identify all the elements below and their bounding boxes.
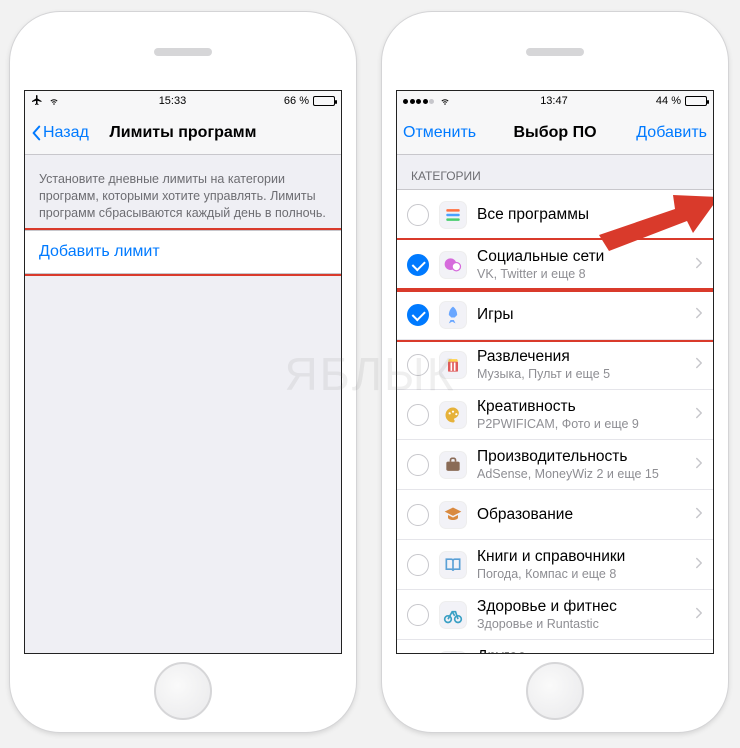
status-bar: 13:47 44 % [397,91,713,111]
bike-icon [439,601,467,629]
checkbox[interactable] [407,354,429,376]
checkbox[interactable] [407,504,429,526]
category-row[interactable]: КреативностьP2PWIFICAM, Фото и еще 9 [397,390,713,440]
checkbox[interactable] [407,304,429,326]
category-text: Все программы [477,206,685,224]
screen-left: 15:33 66 % Назад Лимиты программ Установ… [24,90,342,654]
cancel-label: Отменить [403,124,476,142]
category-row[interactable]: Все программы [397,190,713,240]
battery-text: 66 % [284,95,309,107]
battery-icon [685,96,707,106]
category-title: Социальные сети [477,248,685,266]
category-title: Все программы [477,206,685,224]
phone-right: 13:47 44 % Отменить Выбор ПО Добавить КА… [382,12,728,732]
palette-icon [439,401,467,429]
group-description: Установите дневные лимиты на категории п… [25,155,341,230]
category-title: Развлечения [477,348,685,366]
category-title: Производительность [477,448,685,466]
checkbox[interactable] [407,404,429,426]
category-subtitle: AdSense, MoneyWiz 2 и еще 15 [477,467,685,481]
dots-icon [439,651,467,654]
category-row[interactable]: Здоровье и фитнесЗдоровье и Runtastic [397,590,713,640]
category-row[interactable]: ПроизводительностьAdSense, MoneyWiz 2 и … [397,440,713,490]
category-text: Книги и справочникиПогода, Компас и еще … [477,548,685,581]
stack-icon [439,201,467,229]
screen-right: 13:47 44 % Отменить Выбор ПО Добавить КА… [396,90,714,654]
phone-left: 15:33 66 % Назад Лимиты программ Установ… [10,12,356,732]
category-subtitle: Погода, Компас и еще 8 [477,567,685,581]
status-time: 13:47 [540,95,568,107]
wifi-icon [438,94,452,109]
category-subtitle: P2PWIFICAM, Фото и еще 9 [477,417,685,431]
category-text: Образование [477,506,685,524]
battery-icon [313,96,335,106]
rocket-icon [439,301,467,329]
category-title: Креативность [477,398,685,416]
wifi-icon [47,94,61,109]
category-subtitle: VK, Twitter и еще 8 [477,267,685,281]
category-subtitle: Музыка, Пульт и еще 5 [477,367,685,381]
back-button[interactable]: Назад [31,124,103,142]
category-title: Другое [477,648,685,653]
section-header-categories: КАТЕГОРИИ [397,155,713,189]
back-label: Назад [43,124,89,142]
category-text: Игры [477,306,685,324]
popcorn-icon [439,351,467,379]
add-button[interactable]: Добавить [635,124,707,142]
category-row[interactable]: Образование [397,490,713,540]
grad-icon [439,501,467,529]
category-row[interactable]: РазвлеченияМузыка, Пульт и еще 5 [397,340,713,390]
category-text: Здоровье и фитнесЗдоровье и Runtastic [477,598,685,631]
cancel-button[interactable]: Отменить [403,124,476,142]
category-title: Здоровье и фитнес [477,598,685,616]
checkbox[interactable] [407,604,429,626]
chevron-right-icon [695,506,703,524]
category-title: Образование [477,506,685,524]
category-title: Книги и справочники [477,548,685,566]
category-row[interactable]: Социальные сетиVK, Twitter и еще 8 [397,240,713,290]
category-text: ДругоеBlaBlaCar, Видео и еще 10 [477,648,685,653]
chevron-right-icon [695,456,703,474]
category-text: КреативностьP2PWIFICAM, Фото и еще 9 [477,398,685,431]
checkbox[interactable] [407,454,429,476]
chevron-right-icon [695,306,703,324]
chevron-right-icon [695,606,703,624]
category-text: Социальные сетиVK, Twitter и еще 8 [477,248,685,281]
chevron-right-icon [695,256,703,274]
chevron-left-icon [31,125,41,141]
chevron-right-icon [695,206,703,224]
category-row[interactable]: ДругоеBlaBlaCar, Видео и еще 10 [397,640,713,653]
category-text: ПроизводительностьAdSense, MoneyWiz 2 и … [477,448,685,481]
category-title: Игры [477,306,685,324]
bubble-icon [439,251,467,279]
chevron-right-icon [695,556,703,574]
checkbox[interactable] [407,204,429,226]
category-list: Все программы Социальные сетиVK, Twitter … [397,189,713,653]
battery-text: 44 % [656,95,681,107]
nav-bar: Назад Лимиты программ [25,111,341,155]
book-icon [439,551,467,579]
category-row[interactable]: Игры [397,290,713,340]
checkbox[interactable] [407,554,429,576]
category-subtitle: Здоровье и Runtastic [477,617,685,631]
briefcase-icon [439,451,467,479]
category-row[interactable]: Книги и справочникиПогода, Компас и еще … [397,540,713,590]
category-text: РазвлеченияМузыка, Пульт и еще 5 [477,348,685,381]
nav-bar: Отменить Выбор ПО Добавить [397,111,713,155]
checkbox[interactable] [407,254,429,276]
airplane-icon [31,94,43,109]
status-time: 15:33 [159,95,187,107]
chevron-right-icon [695,356,703,374]
carrier-dots-icon [403,99,434,104]
chevron-right-icon [695,406,703,424]
status-bar: 15:33 66 % [25,91,341,111]
add-label: Добавить [636,124,707,142]
add-limit-row[interactable]: Добавить лимит [25,230,341,274]
